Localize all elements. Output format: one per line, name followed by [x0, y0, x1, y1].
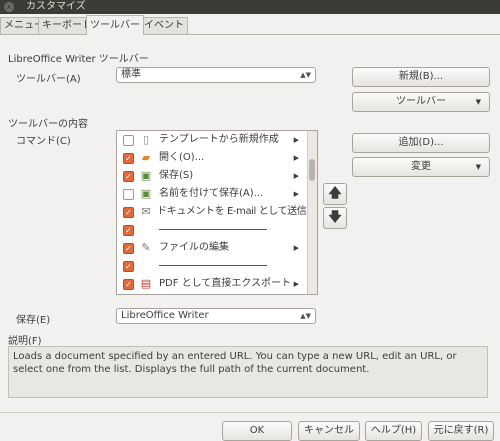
toolbar-menu-button[interactable]: ツールバー ▼ [352, 92, 490, 112]
save-as-icon: ▣ [140, 187, 152, 200]
toolbar-select[interactable]: 標準 ▲▼ [116, 67, 316, 83]
footer-divider [0, 412, 500, 413]
close-icon[interactable]: x [4, 2, 14, 12]
checkbox[interactable] [123, 189, 134, 200]
modify-label: 変更 [411, 161, 431, 172]
arrow-down-icon: 🡇 [328, 210, 342, 225]
submenu-arrow-icon: ▶ [293, 244, 299, 252]
checkbox[interactable]: ✓ [123, 243, 134, 254]
checkbox[interactable]: ✓ [123, 261, 134, 272]
arrow-up-icon: 🡅 [328, 186, 342, 201]
save-in-label: 保存(E) [16, 315, 51, 326]
tab-strip: メニュー キーボード ツールバー イベント [0, 14, 500, 35]
checkbox[interactable]: ✓ [123, 279, 134, 290]
window-title: カスタマイズ [26, 1, 86, 12]
new-toolbar-button[interactable]: 新規(B)... [352, 67, 490, 87]
command-item[interactable]: ✓ ▤ PDF として直接エクスポート ▶ [117, 275, 307, 293]
add-command-button[interactable]: 追加(D)... [352, 133, 490, 153]
checkbox[interactable] [123, 135, 134, 146]
separator-line [159, 265, 267, 266]
command-item[interactable]: ✓ ✎ ファイルの編集 ▶ [117, 239, 307, 257]
command-item[interactable]: ✓ ▣ 保存(S) ▶ [117, 167, 307, 185]
toolbar-menu-label: ツールバー [396, 96, 446, 107]
folder-icon: ▰ [141, 151, 151, 164]
submenu-arrow-icon: ▶ [293, 154, 299, 162]
chevron-down-icon: ▼ [475, 163, 481, 171]
save-in-select[interactable]: LibreOffice Writer ▲▼ [116, 308, 316, 324]
description-text: Loads a document specified by an entered… [8, 346, 488, 398]
submenu-arrow-icon: ▶ [293, 280, 299, 288]
toolbar-section-heading: LibreOffice Writer ツールバー [8, 54, 149, 65]
checkbox[interactable]: ✓ [123, 225, 134, 236]
command-label: コマンド(C) [16, 136, 71, 147]
command-item[interactable]: ▣ 名前を付けて保存(A)... ▶ [117, 185, 307, 203]
submenu-arrow-icon: ▶ [293, 172, 299, 180]
tab-toolbars[interactable]: ツールバー [86, 15, 144, 35]
cancel-button[interactable]: キャンセル [298, 421, 360, 441]
content-section-heading: ツールバーの内容 [8, 119, 88, 130]
toolbar-label: ツールバー(A) [16, 74, 81, 85]
tab-events[interactable]: イベント [140, 17, 188, 34]
move-up-button[interactable]: 🡅 [323, 183, 347, 205]
list-scrollbar[interactable] [307, 131, 317, 294]
submenu-arrow-icon: ▶ [293, 190, 299, 198]
checkbox[interactable]: ✓ [123, 207, 134, 218]
pdf-icon: ▤ [140, 277, 152, 290]
modify-button[interactable]: 変更 ▼ [352, 157, 490, 177]
separator-line [159, 229, 267, 230]
command-item[interactable]: ✓ ✉ ドキュメントを E-mail として送信(E) [117, 203, 317, 221]
separator-item[interactable]: ✓ [117, 221, 307, 239]
checkbox[interactable]: ✓ [123, 171, 134, 182]
help-button[interactable]: ヘルプ(H) [365, 421, 422, 441]
description-label: 説明(F) [8, 336, 42, 347]
command-item[interactable]: ✓ ▰ 開く(O)... ▶ [117, 149, 307, 167]
command-item[interactable]: ▯ テンプレートから新規作成 ▶ [117, 131, 307, 149]
save-icon: ▣ [140, 169, 152, 182]
email-icon: ✉ [141, 205, 151, 218]
reset-button[interactable]: 元に戻す(R) [428, 421, 494, 441]
edit-file-icon: ✎ [141, 241, 151, 254]
move-down-button[interactable]: 🡇 [323, 207, 347, 229]
separator-item[interactable]: ✓ [117, 257, 307, 275]
submenu-arrow-icon: ▶ [293, 136, 299, 144]
chevron-down-icon: ▼ [475, 98, 481, 106]
updown-icon: ▲▼ [300, 312, 311, 320]
scrollbar-thumb[interactable] [309, 159, 315, 181]
toolbar-select-value: 標準 [121, 69, 141, 80]
updown-icon: ▲▼ [300, 71, 311, 79]
command-list[interactable]: ▯ テンプレートから新規作成 ▶ ✓ ▰ 開く(O)... ▶ ✓ ▣ 保存(S… [116, 130, 318, 295]
save-in-value: LibreOffice Writer [121, 310, 209, 321]
checkbox[interactable]: ✓ [123, 153, 134, 164]
template-icon: ▯ [142, 133, 150, 146]
ok-button[interactable]: OK [222, 421, 292, 441]
title-bar: x カスタマイズ [0, 0, 500, 14]
